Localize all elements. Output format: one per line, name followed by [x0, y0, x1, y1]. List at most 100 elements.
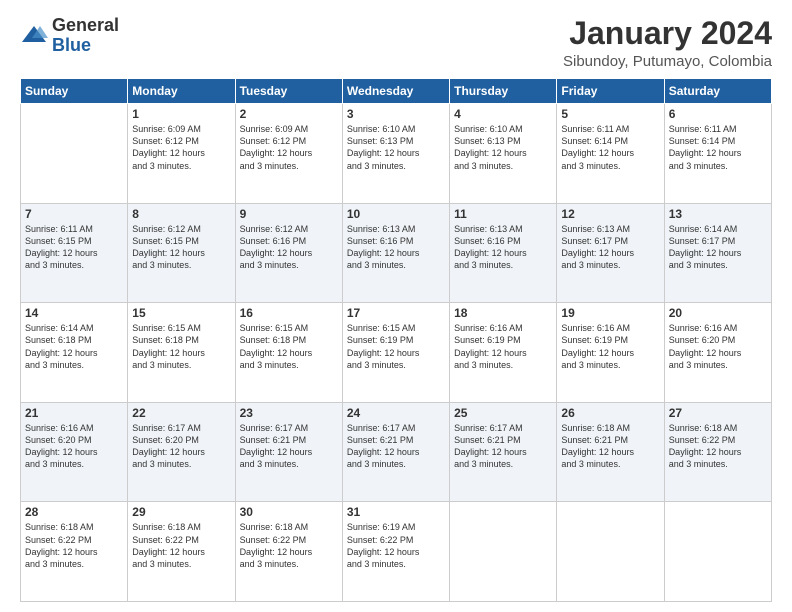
day-info: Sunrise: 6:14 AM Sunset: 6:17 PM Dayligh…	[669, 223, 767, 272]
calendar-cell: 24Sunrise: 6:17 AM Sunset: 6:21 PM Dayli…	[342, 402, 449, 502]
day-info: Sunrise: 6:13 AM Sunset: 6:16 PM Dayligh…	[347, 223, 445, 272]
calendar-cell: 26 Sunrise: 6:18 AM Sunset: 6:21 PM Dayli…	[557, 402, 664, 502]
day-number: 2	[240, 107, 338, 121]
calendar-cell: 27 Sunrise: 6:18 AM Sunset: 6:22 PM Dayli…	[664, 402, 771, 502]
calendar-cell: 3 Sunrise: 6:10 AM Sunset: 6:13 PM Daylig…	[342, 104, 449, 204]
day-number: 22	[132, 406, 230, 420]
day-info: Sunrise: 6:18 AM Sunset: 6:21 PM Dayligh…	[561, 422, 659, 471]
calendar-cell	[450, 502, 557, 602]
day-info: Sunrise: 6:17 AM Sunset: 6:21 PM Dayligh…	[454, 422, 552, 471]
weekday-header: Friday	[557, 79, 664, 104]
calendar-cell: 20 Sunrise: 6:16 AM Sunset: 6:20 PM Dayli…	[664, 303, 771, 403]
day-number: 4	[454, 107, 552, 121]
calendar-week-row: 7 Sunrise: 6:11 AM Sunset: 6:15 PM Daylig…	[21, 203, 772, 303]
day-info: Sunrise: 6:16 AM Sunset: 6:19 PM Dayligh…	[561, 322, 659, 371]
calendar-cell: 15Sunrise: 6:15 AM Sunset: 6:18 PM Dayli…	[128, 303, 235, 403]
day-info: Sunrise: 6:16 AM Sunset: 6:20 PM Dayligh…	[669, 322, 767, 371]
calendar-cell: 17 Sunrise: 6:15 AM Sunset: 6:19 PM Dayli…	[342, 303, 449, 403]
calendar-cell	[557, 502, 664, 602]
day-number: 16	[240, 306, 338, 320]
calendar-cell: 2Sunrise: 6:09 AM Sunset: 6:12 PM Daylig…	[235, 104, 342, 204]
calendar-cell: 31Sunrise: 6:19 AM Sunset: 6:22 PM Dayli…	[342, 502, 449, 602]
calendar-cell: 14 Sunrise: 6:14 AM Sunset: 6:18 PM Dayli…	[21, 303, 128, 403]
day-number: 17	[347, 306, 445, 320]
day-info: Sunrise: 6:14 AM Sunset: 6:18 PM Dayligh…	[25, 322, 123, 371]
day-number: 29	[132, 505, 230, 519]
calendar-cell: 5Sunrise: 6:11 AM Sunset: 6:14 PM Daylig…	[557, 104, 664, 204]
calendar-cell: 1 Sunrise: 6:09 AM Sunset: 6:12 PM Daylig…	[128, 104, 235, 204]
weekday-header: Saturday	[664, 79, 771, 104]
calendar-week-row: 1 Sunrise: 6:09 AM Sunset: 6:12 PM Daylig…	[21, 104, 772, 204]
day-info: Sunrise: 6:13 AM Sunset: 6:16 PM Dayligh…	[454, 223, 552, 272]
calendar-cell: 7 Sunrise: 6:11 AM Sunset: 6:15 PM Daylig…	[21, 203, 128, 303]
day-number: 11	[454, 207, 552, 221]
logo-text: General Blue	[52, 16, 119, 56]
weekday-header: Thursday	[450, 79, 557, 104]
day-number: 6	[669, 107, 767, 121]
weekday-header: Tuesday	[235, 79, 342, 104]
calendar-cell: 12Sunrise: 6:13 AM Sunset: 6:17 PM Dayli…	[557, 203, 664, 303]
day-info: Sunrise: 6:10 AM Sunset: 6:13 PM Dayligh…	[347, 123, 445, 172]
day-info: Sunrise: 6:12 AM Sunset: 6:15 PM Dayligh…	[132, 223, 230, 272]
calendar-cell: 16Sunrise: 6:15 AM Sunset: 6:18 PM Dayli…	[235, 303, 342, 403]
day-info: Sunrise: 6:17 AM Sunset: 6:20 PM Dayligh…	[132, 422, 230, 471]
calendar-cell: 22 Sunrise: 6:17 AM Sunset: 6:20 PM Dayli…	[128, 402, 235, 502]
day-number: 10	[347, 207, 445, 221]
location-title: Sibundoy, Putumayo, Colombia	[563, 53, 772, 70]
calendar-cell: 30 Sunrise: 6:18 AM Sunset: 6:22 PM Dayli…	[235, 502, 342, 602]
day-number: 19	[561, 306, 659, 320]
day-info: Sunrise: 6:15 AM Sunset: 6:19 PM Dayligh…	[347, 322, 445, 371]
day-number: 23	[240, 406, 338, 420]
calendar-week-row: 21 Sunrise: 6:16 AM Sunset: 6:20 PM Dayli…	[21, 402, 772, 502]
calendar-cell: 13Sunrise: 6:14 AM Sunset: 6:17 PM Dayli…	[664, 203, 771, 303]
day-info: Sunrise: 6:10 AM Sunset: 6:13 PM Dayligh…	[454, 123, 552, 172]
day-number: 27	[669, 406, 767, 420]
calendar-cell: 6 Sunrise: 6:11 AM Sunset: 6:14 PM Daylig…	[664, 104, 771, 204]
day-number: 14	[25, 306, 123, 320]
logo-general: General	[52, 16, 119, 36]
month-title: January 2024	[563, 16, 772, 51]
day-info: Sunrise: 6:11 AM Sunset: 6:14 PM Dayligh…	[561, 123, 659, 172]
day-info: Sunrise: 6:12 AM Sunset: 6:16 PM Dayligh…	[240, 223, 338, 272]
day-number: 18	[454, 306, 552, 320]
day-number: 3	[347, 107, 445, 121]
day-number: 28	[25, 505, 123, 519]
calendar-cell: 28Sunrise: 6:18 AM Sunset: 6:22 PM Dayli…	[21, 502, 128, 602]
logo-blue: Blue	[52, 36, 119, 56]
day-number: 12	[561, 207, 659, 221]
day-number: 7	[25, 207, 123, 221]
weekday-header: Monday	[128, 79, 235, 104]
day-number: 30	[240, 505, 338, 519]
calendar-week-row: 14 Sunrise: 6:14 AM Sunset: 6:18 PM Dayli…	[21, 303, 772, 403]
title-block: January 2024 Sibundoy, Putumayo, Colombi…	[563, 16, 772, 70]
day-number: 1	[132, 107, 230, 121]
header: General Blue January 2024 Sibundoy, Putu…	[20, 16, 772, 70]
day-number: 15	[132, 306, 230, 320]
day-info: Sunrise: 6:18 AM Sunset: 6:22 PM Dayligh…	[132, 521, 230, 570]
calendar-cell	[21, 104, 128, 204]
calendar-table: SundayMondayTuesdayWednesdayThursdayFrid…	[20, 78, 772, 602]
day-info: Sunrise: 6:18 AM Sunset: 6:22 PM Dayligh…	[240, 521, 338, 570]
day-number: 20	[669, 306, 767, 320]
weekday-header: Wednesday	[342, 79, 449, 104]
day-info: Sunrise: 6:11 AM Sunset: 6:15 PM Dayligh…	[25, 223, 123, 272]
calendar-cell: 19 Sunrise: 6:16 AM Sunset: 6:19 PM Dayli…	[557, 303, 664, 403]
day-info: Sunrise: 6:16 AM Sunset: 6:19 PM Dayligh…	[454, 322, 552, 371]
day-info: Sunrise: 6:16 AM Sunset: 6:20 PM Dayligh…	[25, 422, 123, 471]
calendar-cell: 21 Sunrise: 6:16 AM Sunset: 6:20 PM Dayli…	[21, 402, 128, 502]
day-info: Sunrise: 6:09 AM Sunset: 6:12 PM Dayligh…	[132, 123, 230, 172]
day-number: 21	[25, 406, 123, 420]
logo-icon	[20, 22, 48, 50]
day-info: Sunrise: 6:17 AM Sunset: 6:21 PM Dayligh…	[347, 422, 445, 471]
day-info: Sunrise: 6:19 AM Sunset: 6:22 PM Dayligh…	[347, 521, 445, 570]
calendar-cell: 8Sunrise: 6:12 AM Sunset: 6:15 PM Daylig…	[128, 203, 235, 303]
day-info: Sunrise: 6:11 AM Sunset: 6:14 PM Dayligh…	[669, 123, 767, 172]
calendar-week-row: 28 Sunrise: 6:18 AM Sunset: 6:22 PM Dayli…	[21, 502, 772, 602]
weekday-header: Sunday	[21, 79, 128, 104]
calendar-cell: 10 Sunrise: 6:13 AM Sunset: 6:16 PM Dayli…	[342, 203, 449, 303]
calendar-cell: 11 Sunrise: 6:13 AM Sunset: 6:16 PM Dayli…	[450, 203, 557, 303]
day-number: 26	[561, 406, 659, 420]
day-info: Sunrise: 6:18 AM Sunset: 6:22 PM Dayligh…	[669, 422, 767, 471]
page: General Blue January 2024 Sibundoy, Putu…	[0, 0, 792, 612]
calendar-cell: 9Sunrise: 6:12 AM Sunset: 6:16 PM Daylig…	[235, 203, 342, 303]
